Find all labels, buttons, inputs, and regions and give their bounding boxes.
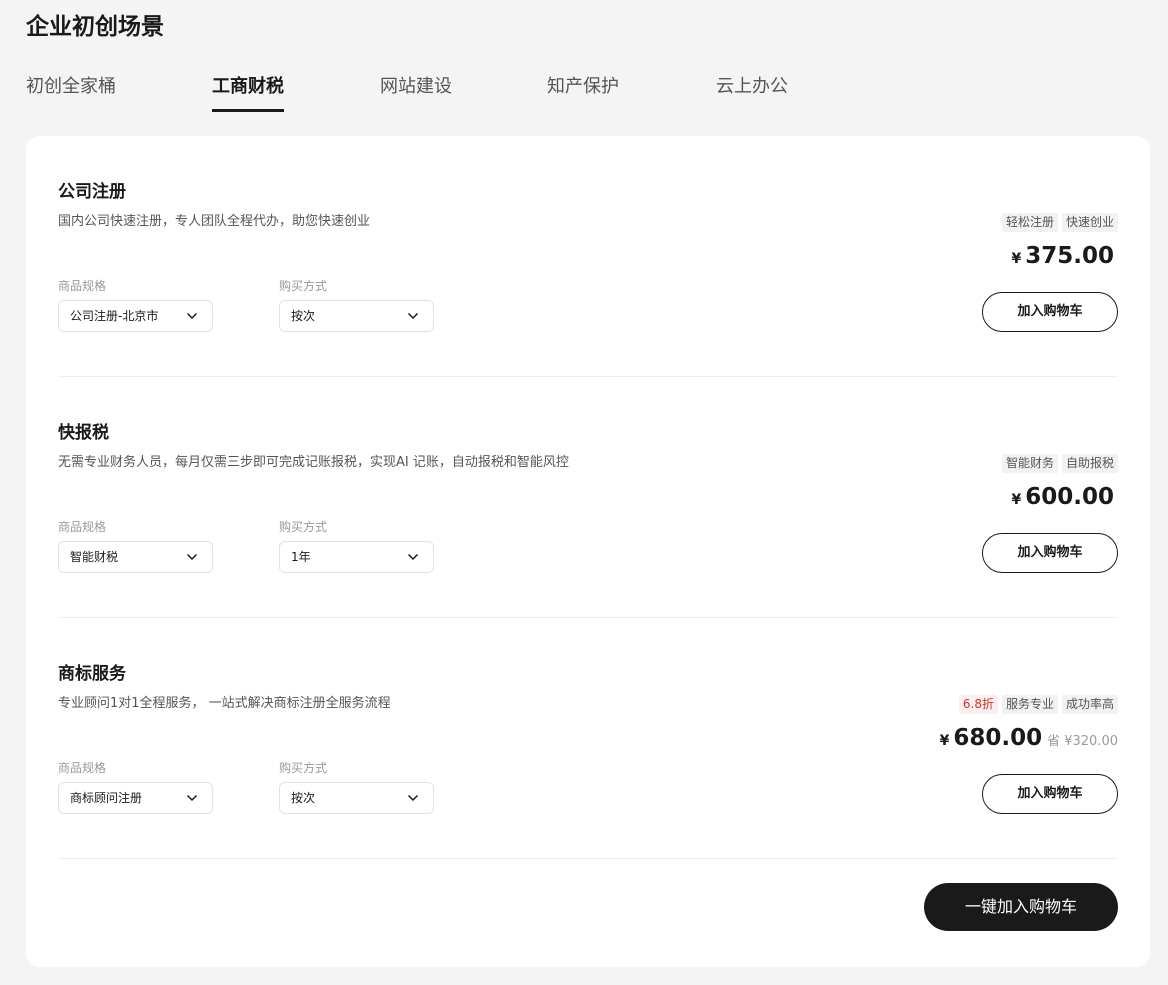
- spec-label: 商品规格: [58, 279, 107, 293]
- chevron-down-icon: [186, 553, 198, 561]
- purchase-value: 1年: [291, 550, 311, 564]
- price: ¥ 600.00: [1011, 484, 1114, 516]
- tab-underline: [212, 109, 284, 112]
- spec-select[interactable]: 商标顾问注册: [58, 782, 213, 814]
- spec-select[interactable]: 公司注册-北京市: [58, 300, 213, 332]
- tab-label: 网站建设: [380, 76, 452, 97]
- feature-tag: 轻松注册: [1001, 213, 1058, 232]
- product-description: 无需专业财务人员，每月仅需三步即可完成记账报税，实现AI 记账，自动报税和智能风…: [58, 455, 569, 470]
- currency-symbol: ¥: [1011, 492, 1022, 508]
- price: ¥ 375.00: [1011, 243, 1114, 275]
- feature-tag: 智能财务: [1001, 454, 1058, 473]
- product-quick-tax: 快报税 无需专业财务人员，每月仅需三步即可完成记账报税，实现AI 记账，自动报税…: [58, 377, 1118, 618]
- tab-ip-protection[interactable]: 知产保护: [547, 70, 619, 112]
- purchase-label: 购买方式: [279, 279, 328, 293]
- spec-value: 商标顾问注册: [70, 791, 143, 805]
- feature-tag: 自助报税: [1061, 454, 1118, 473]
- chevron-down-icon: [407, 794, 419, 802]
- product-company-registration: 公司注册 国内公司快速注册，专人团队全程代办，助您快速创业 商品规格 公司注册-…: [58, 136, 1118, 377]
- tab-label: 知产保护: [547, 76, 619, 97]
- currency-symbol: ¥: [939, 733, 950, 749]
- price-amount: 680.00: [953, 725, 1043, 751]
- feature-tag: 快速创业: [1061, 213, 1118, 232]
- page: 企业初创场景 初创全家桶 工商财税 网站建设 知产保护 云上办公 公司注册 国内…: [0, 0, 1168, 985]
- product-description: 国内公司快速注册，专人团队全程代办，助您快速创业: [58, 214, 371, 229]
- tab-cloud-office[interactable]: 云上办公: [716, 70, 788, 112]
- product-trademark-service: 商标服务 专业顾问1对1全程服务， 一站式解决商标注册全服务流程 商品规格 商标…: [58, 618, 1118, 859]
- price-amount: 600.00: [1025, 484, 1114, 510]
- tag-list: 轻松注册 快速创业: [1001, 213, 1118, 233]
- add-all-to-cart-button[interactable]: 一键加入购物车: [924, 883, 1118, 931]
- price: ¥ 680.00 省 ¥320.00: [940, 725, 1118, 757]
- spec-value: 智能财税: [70, 550, 119, 564]
- price-amount: 375.00: [1025, 243, 1114, 269]
- tab-website-building[interactable]: 网站建设: [380, 70, 452, 112]
- spec-label: 商品规格: [58, 520, 107, 534]
- savings-text: 省 ¥320.00: [1047, 734, 1118, 749]
- currency-symbol: ¥: [1011, 251, 1022, 267]
- discount-tag: 6.8折: [958, 695, 998, 714]
- tab-label: 初创全家桶: [26, 76, 116, 97]
- product-card: 公司注册 国内公司快速注册，专人团队全程代办，助您快速创业 商品规格 公司注册-…: [26, 136, 1150, 967]
- add-to-cart-button[interactable]: 加入购物车: [982, 533, 1118, 573]
- purchase-value: 按次: [291, 309, 316, 323]
- chevron-down-icon: [186, 312, 198, 320]
- chevron-down-icon: [407, 312, 419, 320]
- spec-label: 商品规格: [58, 761, 107, 775]
- spec-value: 公司注册-北京市: [70, 309, 159, 323]
- purchase-label: 购买方式: [279, 520, 328, 534]
- purchase-label: 购买方式: [279, 761, 328, 775]
- spec-select[interactable]: 智能财税: [58, 541, 213, 573]
- product-name: 公司注册: [58, 182, 126, 202]
- add-to-cart-button[interactable]: 加入购物车: [982, 774, 1118, 814]
- page-title: 企业初创场景: [26, 14, 164, 40]
- product-name: 快报税: [58, 423, 109, 443]
- feature-tag: 服务专业: [1001, 695, 1058, 714]
- product-description: 专业顾问1对1全程服务， 一站式解决商标注册全服务流程: [58, 696, 391, 711]
- tab-label: 云上办公: [716, 76, 788, 97]
- chevron-down-icon: [407, 553, 419, 561]
- chevron-down-icon: [186, 794, 198, 802]
- purchase-value: 按次: [291, 791, 316, 805]
- feature-tag: 成功率高: [1061, 695, 1118, 714]
- tab-label: 工商财税: [212, 76, 284, 97]
- tag-list: 智能财务 自助报税: [1001, 454, 1118, 474]
- purchase-select[interactable]: 按次: [279, 300, 434, 332]
- tab-business-tax[interactable]: 工商财税: [212, 70, 284, 112]
- tag-list: 6.8折 服务专业 成功率高: [958, 695, 1118, 715]
- add-to-cart-button[interactable]: 加入购物车: [982, 292, 1118, 332]
- purchase-select[interactable]: 按次: [279, 782, 434, 814]
- purchase-select[interactable]: 1年: [279, 541, 434, 573]
- tab-startup-bundle[interactable]: 初创全家桶: [26, 70, 116, 112]
- product-name: 商标服务: [58, 664, 126, 684]
